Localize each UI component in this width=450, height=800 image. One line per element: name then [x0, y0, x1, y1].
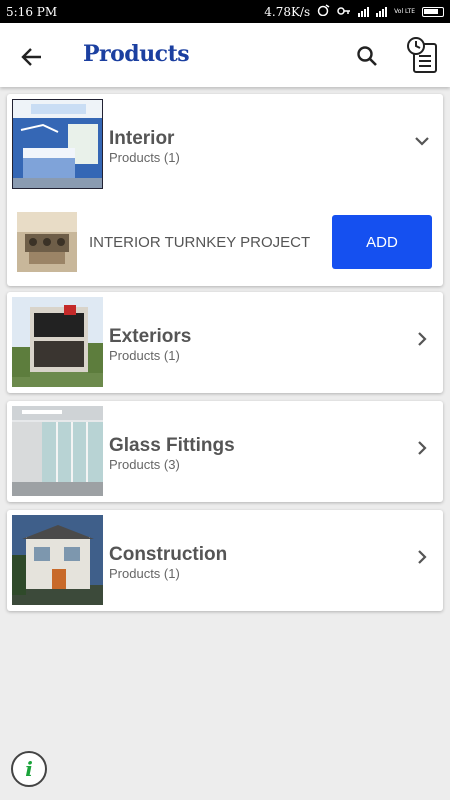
status-bar: 5:16 PM 4.78K/s Vol LTE [0, 0, 450, 23]
arrow-left-icon [21, 48, 41, 66]
category-header-exteriors[interactable]: Exteriors Products (1) [7, 292, 443, 392]
category-card-glass-fittings[interactable]: Glass Fittings Products (3) [7, 401, 443, 502]
construction-thumbnail [12, 515, 103, 605]
category-count: Products (1) [109, 150, 180, 165]
alarm-icon [317, 4, 330, 19]
history-button[interactable] [404, 34, 444, 78]
key-icon [337, 5, 351, 19]
category-name: Exteriors [109, 326, 192, 347]
category-count: Products (3) [109, 457, 180, 472]
category-header-construction[interactable]: Construction Products (1) [7, 510, 443, 610]
category-header-glass-fittings[interactable]: Glass Fittings Products (3) [7, 401, 443, 501]
status-time: 5:16 PM [6, 4, 58, 19]
info-button[interactable]: i [11, 751, 47, 787]
app-bar: Products [0, 23, 450, 87]
product-thumbnail [17, 212, 77, 272]
chevron-down-icon [415, 137, 429, 146]
search-icon [357, 46, 377, 66]
chevron-right-icon [418, 550, 427, 564]
battery-icon [422, 6, 444, 17]
volte-icon: Vol LTE [394, 7, 415, 15]
info-icon: i [25, 757, 33, 781]
category-count: Products (1) [109, 566, 180, 581]
signal-icon [358, 6, 370, 17]
back-button[interactable] [16, 41, 48, 73]
category-card-exteriors[interactable]: Exteriors Products (1) [7, 292, 443, 393]
category-name: Construction [109, 544, 228, 565]
category-card-interior: Interior Products (1) INTERIOR TURNKEY P… [7, 94, 443, 286]
category-count: Products (1) [109, 348, 180, 363]
product-name: INTERIOR TURNKEY PROJECT [89, 234, 311, 251]
category-card-construction[interactable]: Construction Products (1) [7, 510, 443, 611]
exteriors-thumbnail [12, 297, 103, 387]
page-title: Products [83, 41, 190, 67]
clock-document-icon [407, 37, 437, 73]
search-button[interactable] [352, 41, 382, 71]
category-name: Interior [109, 128, 175, 149]
chevron-right-icon [418, 441, 427, 455]
glass-fittings-thumbnail [12, 406, 103, 496]
network-speed: 4.78K/s [264, 4, 311, 19]
chevron-right-icon [418, 332, 427, 346]
signal-2-icon [376, 6, 388, 17]
category-name: Glass Fittings [109, 435, 235, 456]
add-button[interactable]: ADD [332, 215, 432, 269]
interior-thumbnail [12, 99, 103, 189]
category-header-interior[interactable]: Interior Products (1) [7, 94, 443, 194]
product-row: INTERIOR TURNKEY PROJECT ADD [7, 204, 443, 284]
